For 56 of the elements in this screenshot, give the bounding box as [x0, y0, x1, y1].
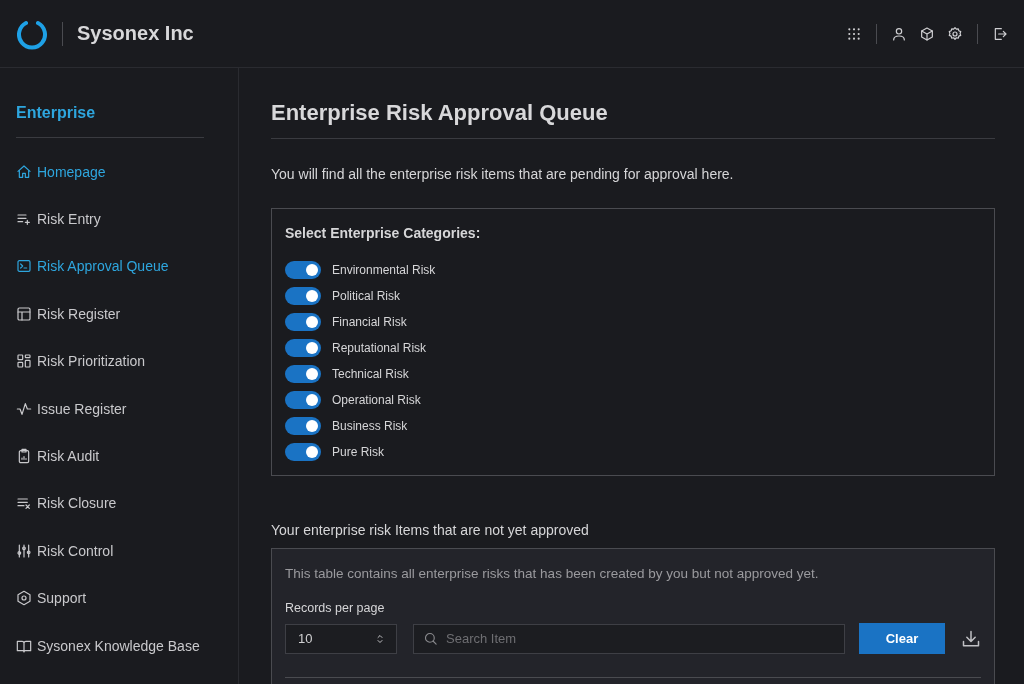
- toggle-switch[interactable]: [285, 391, 321, 409]
- toggle-switch[interactable]: [285, 339, 321, 357]
- list-x-icon: [16, 495, 32, 512]
- category-label: Reputational Risk: [332, 341, 427, 355]
- sidebar-item[interactable]: Risk Control: [16, 527, 238, 575]
- category-label: Political Risk: [332, 289, 400, 303]
- sidebar-item[interactable]: Risk Closure: [16, 479, 238, 528]
- sidebar-item[interactable]: Issue Register: [16, 384, 238, 433]
- terminal-icon: [16, 258, 32, 275]
- list-plus-icon: [16, 211, 32, 228]
- chevron-up-down-icon: [374, 632, 386, 645]
- toggle-switch[interactable]: [285, 417, 321, 435]
- section-heading: Your enterprise risk Items that are not yet approved: [271, 522, 590, 538]
- category-label: Pure Risk: [332, 445, 384, 459]
- clipboard-icon: [16, 448, 32, 465]
- intro-text: You will find all the enterprise risk items that are pending for approval here.: [271, 166, 735, 182]
- sidebar-item[interactable]: Homepage: [16, 148, 238, 196]
- sidebar-item[interactable]: Support: [16, 574, 238, 622]
- category-label: Environmental Risk: [332, 263, 436, 277]
- records-select[interactable]: 10: [285, 623, 397, 654]
- sidebar-item[interactable]: Sysonex Knowledge Base: [16, 621, 238, 670]
- categories-heading: Select Enterprise Categories:: [285, 225, 482, 241]
- user-icon[interactable]: [891, 25, 907, 42]
- category-label: Business Risk: [332, 419, 408, 433]
- category-label: Operational Risk: [332, 393, 421, 407]
- apps-grid-icon[interactable]: [846, 25, 862, 42]
- toggle-switch[interactable]: [285, 287, 321, 305]
- sidebar-item[interactable]: Risk Entry: [16, 195, 238, 243]
- toggle-switch[interactable]: [285, 443, 321, 461]
- sidebar-item[interactable]: Risk Register: [16, 290, 238, 338]
- home-icon: [16, 163, 32, 180]
- category-label: Technical Risk: [332, 367, 409, 381]
- sidebar-item[interactable]: Risk Prioritization: [16, 337, 238, 385]
- table-description: This table contains all enterprise risks that has been created by you but not approved yet.: [285, 566, 820, 581]
- toggle-switch[interactable]: [285, 261, 321, 279]
- toggle-switch[interactable]: [285, 365, 321, 383]
- download-icon[interactable]: [961, 628, 981, 649]
- sidebar-item[interactable]: Risk Audit: [16, 432, 238, 480]
- hexagon-icon: [16, 590, 32, 607]
- search-icon: [423, 630, 438, 646]
- logout-icon[interactable]: [992, 25, 1008, 42]
- page-title: Enterprise Risk Approval Queue: [271, 100, 995, 139]
- category-label: Financial Risk: [332, 315, 407, 329]
- toggle-switch[interactable]: [285, 313, 321, 331]
- search-field[interactable]: Search Item: [413, 623, 845, 654]
- table-icon: [16, 305, 32, 322]
- sidebar-item[interactable]: Risk Approval Queue: [16, 242, 238, 291]
- records-label: Records per page: [285, 601, 386, 615]
- cube-icon[interactable]: [919, 25, 935, 42]
- brand-name: Sysonex Inc: [77, 22, 194, 45]
- settings-icon[interactable]: [947, 25, 963, 42]
- grid-layout-icon: [16, 353, 32, 370]
- sliders-icon: [16, 542, 32, 559]
- pulse-icon: [16, 400, 32, 417]
- sidebar-title: Enterprise: [16, 104, 204, 138]
- clear-button[interactable]: Clear: [859, 623, 945, 654]
